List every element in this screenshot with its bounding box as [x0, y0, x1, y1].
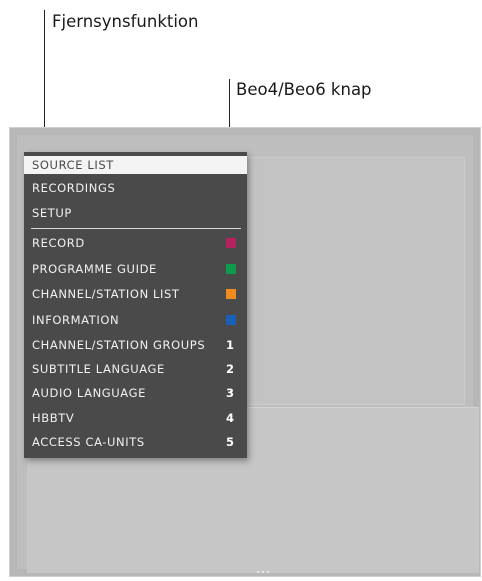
menu-item-label: CHANNEL/STATION GROUPS: [32, 338, 206, 352]
menu-item-label: CHANNEL/STATION LIST: [32, 287, 180, 301]
blue-button-icon: [226, 315, 236, 325]
menu-item-label: PROGRAMME GUIDE: [32, 262, 157, 276]
menu-item-channel-station-groups[interactable]: CHANNEL/STATION GROUPS 1: [24, 336, 247, 354]
menu-item-subtitle-language[interactable]: SUBTITLE LANGUAGE 2: [24, 360, 247, 378]
menu-item-audio-language[interactable]: AUDIO LANGUAGE 3: [24, 384, 247, 402]
remote-button-callout-label: Beo4/Beo6 knap: [236, 80, 372, 99]
tv-indicator-dots: [257, 571, 269, 574]
menu-item-label: RECORD: [32, 236, 85, 250]
menu-item-label: ACCESS CA-UNITS: [32, 435, 145, 449]
menu-item-label: HBBTV: [32, 411, 75, 425]
menu-item-channel-station-list[interactable]: CHANNEL/STATION LIST: [24, 285, 247, 303]
key-number-1: 1: [226, 338, 235, 352]
menu-item-programme-guide[interactable]: PROGRAMME GUIDE: [24, 260, 247, 278]
menu-item-label: AUDIO LANGUAGE: [32, 386, 146, 400]
menu-item-label: SUBTITLE LANGUAGE: [32, 362, 165, 376]
menu-item-label: SOURCE LIST: [32, 158, 114, 172]
menu-item-source-list[interactable]: SOURCE LIST: [24, 156, 247, 174]
menu-item-label: INFORMATION: [32, 313, 120, 327]
red-button-icon: [226, 238, 236, 248]
menu-item-label: SETUP: [32, 206, 72, 220]
yellow-button-icon: [226, 289, 236, 299]
menu-item-hbbtv[interactable]: HBBTV 4: [24, 409, 247, 427]
menu-item-recordings[interactable]: RECORDINGS: [24, 179, 247, 197]
tv-function-callout-label: Fjernsynsfunktion: [52, 12, 199, 31]
green-button-icon: [226, 264, 236, 274]
menu-item-setup[interactable]: SETUP: [24, 204, 247, 222]
key-number-3: 3: [226, 386, 235, 400]
key-number-2: 2: [226, 362, 235, 376]
menu-item-label: RECORDINGS: [32, 181, 116, 195]
menu-item-access-ca-units[interactable]: ACCESS CA-UNITS 5: [24, 433, 247, 451]
key-number-4: 4: [226, 411, 235, 425]
source-menu: SOURCE LIST RECORDINGS SETUP RECORD PROG…: [24, 152, 247, 458]
menu-item-record[interactable]: RECORD: [24, 234, 247, 252]
menu-item-information[interactable]: INFORMATION: [24, 311, 247, 329]
key-number-5: 5: [226, 435, 235, 449]
menu-divider: [31, 228, 241, 229]
